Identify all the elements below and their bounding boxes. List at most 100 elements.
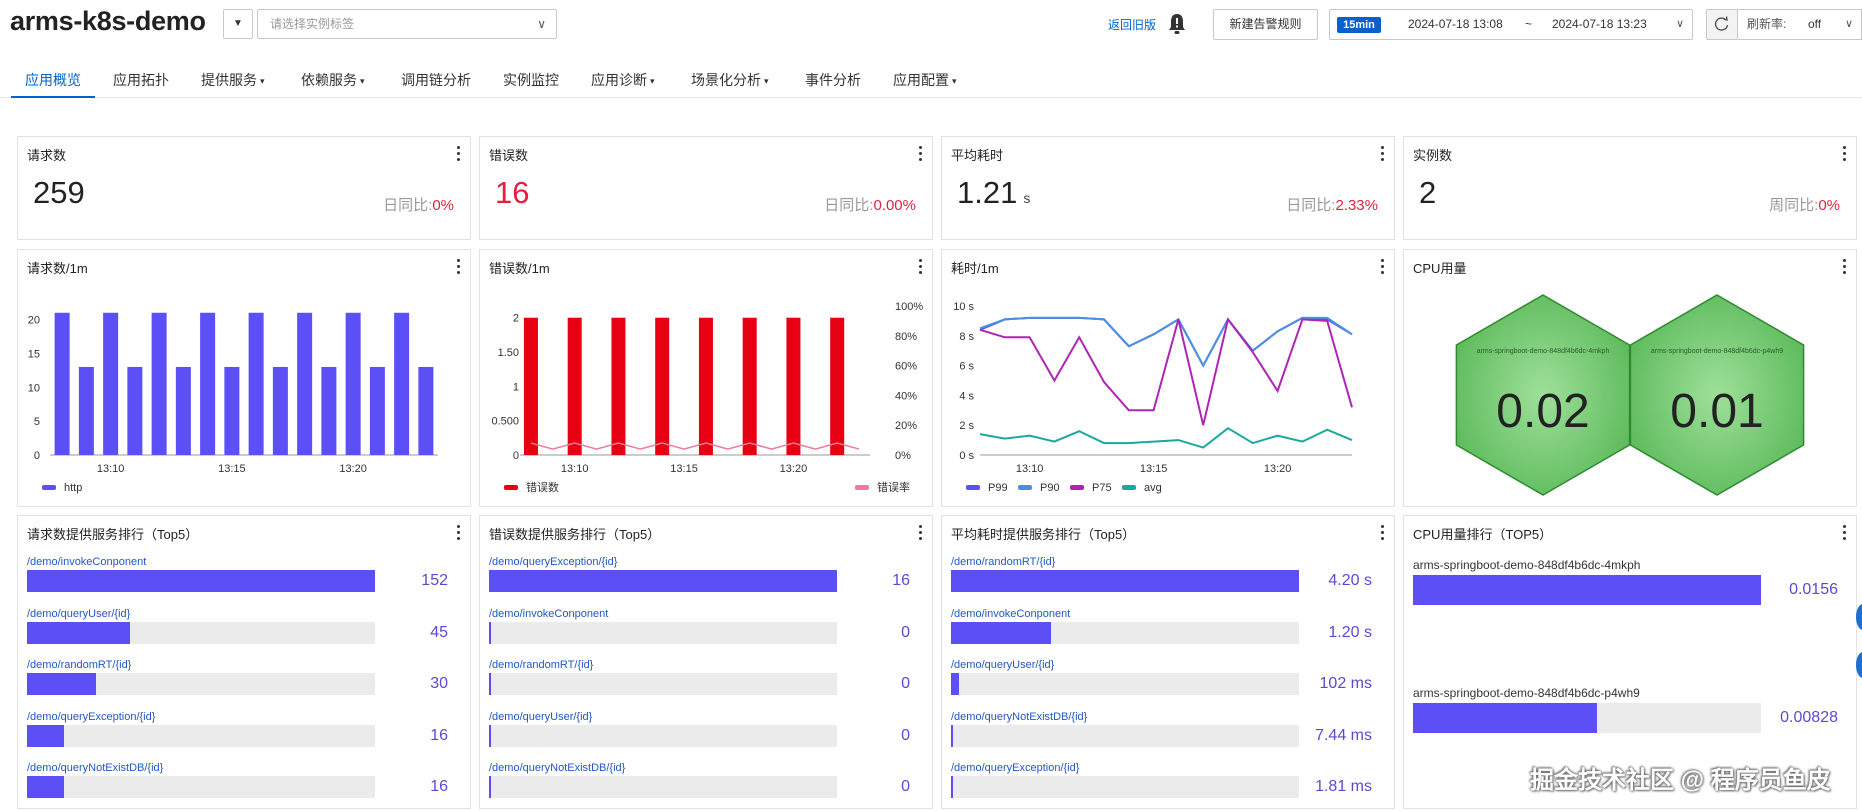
instance-tag-select[interactable]: 请选择实例标签 ∨ — [257, 9, 557, 39]
ranking-bar-fill — [951, 724, 953, 747]
bar[interactable] — [611, 317, 626, 455]
ranking-item-label[interactable]: /demo/queryNotExistDB/{id} — [27, 762, 163, 774]
ranking-item-label[interactable]: /demo/queryUser/{id} — [27, 608, 130, 620]
ranking-item-label[interactable]: /demo/queryException/{id} — [27, 711, 155, 723]
back-to-old-version-link[interactable]: 返回旧版 — [1108, 16, 1156, 33]
ranking-item-label[interactable]: /demo/queryException/{id} — [489, 556, 617, 568]
ranking-item-label[interactable]: /demo/randomRT/{id} — [951, 556, 1055, 568]
bar[interactable] — [786, 317, 801, 455]
bar[interactable] — [224, 366, 240, 455]
caret-down-icon: ▾ — [360, 76, 365, 86]
x-tick-label: 13:20 — [1264, 463, 1292, 475]
bar[interactable] — [418, 366, 434, 455]
bar[interactable] — [830, 317, 845, 455]
more-menu-icon[interactable] — [1381, 146, 1385, 161]
series-line-P75[interactable] — [979, 317, 1353, 426]
ranking-item-label[interactable]: /demo/queryUser/{id} — [489, 711, 592, 723]
time-range-badge: 15min — [1337, 17, 1381, 33]
bar[interactable] — [567, 317, 582, 455]
bar[interactable] — [345, 312, 361, 455]
ranking-item-label[interactable]: /demo/invokeConponent — [951, 608, 1070, 620]
tab-8[interactable]: 事件分析 — [805, 70, 861, 98]
ranking-value: 16 — [430, 778, 448, 795]
y2-tick-label: 40% — [895, 390, 917, 402]
more-menu-icon[interactable] — [457, 525, 461, 540]
tab-5[interactable]: 实例监控 — [503, 70, 559, 98]
tag-mode-dropdown[interactable]: ▼ — [223, 9, 253, 39]
tab-6[interactable]: 应用诊断 ▾ — [591, 70, 655, 98]
ranking-item-label[interactable]: /demo/randomRT/{id} — [489, 659, 593, 671]
instance-tag-placeholder: 请选择实例标签 — [270, 17, 355, 31]
ranking-value: 0 — [901, 623, 910, 641]
legend-label[interactable]: http — [64, 482, 82, 494]
kpi-comparison-value: 0% — [1818, 197, 1840, 214]
refresh-rate-select[interactable]: 刷新率: off ∨ — [1738, 9, 1862, 40]
bar[interactable] — [54, 312, 70, 455]
ranking-item-label[interactable]: /demo/queryNotExistDB/{id} — [489, 762, 625, 774]
bar[interactable] — [742, 317, 757, 455]
series-line-P99[interactable] — [979, 316, 1353, 368]
more-menu-icon[interactable] — [1843, 525, 1847, 540]
watermark: 掘金技术社区 @ 程序员鱼皮 — [1530, 767, 1831, 794]
bar[interactable] — [698, 317, 713, 455]
tab-label: 应用诊断 — [591, 72, 647, 88]
bar[interactable] — [103, 312, 119, 455]
ranking-bar-track — [951, 621, 1299, 644]
bar[interactable] — [523, 317, 538, 455]
legend-label[interactable]: P99 — [988, 482, 1008, 494]
tab-2[interactable]: 提供服务 ▾ — [201, 70, 265, 98]
card-title: 实例数 — [1413, 148, 1453, 163]
tab-label: 调用链分析 — [401, 72, 471, 88]
more-menu-icon[interactable] — [919, 525, 923, 540]
more-menu-icon[interactable] — [457, 146, 461, 161]
legend-label[interactable]: avg — [1144, 482, 1162, 494]
tab-1[interactable]: 应用拓扑 — [113, 70, 169, 98]
legend-label[interactable]: P75 — [1092, 482, 1112, 494]
ranking-item-label[interactable]: /demo/queryNotExistDB/{id} — [951, 711, 1087, 723]
bell-alert-icon[interactable] — [1166, 12, 1188, 36]
legend-swatch — [1070, 485, 1084, 490]
legend-label[interactable]: 错误率 — [877, 480, 910, 494]
ranking-item-label[interactable]: /demo/queryException/{id} — [951, 762, 1079, 774]
ranking-item-label[interactable]: /demo/invokeConponent — [27, 556, 146, 568]
ranking-bar-fill — [951, 673, 959, 695]
tab-7[interactable]: 场景化分析 ▾ — [691, 70, 769, 98]
bar[interactable] — [369, 366, 385, 455]
series-line-avg[interactable] — [979, 426, 1353, 449]
time-range-picker[interactable]: 15min 2024-07-18 13:08 ~ 2024-07-18 13:2… — [1329, 9, 1693, 40]
tab-4[interactable]: 调用链分析 — [401, 70, 471, 98]
ranking-card: 平均耗时提供服务排行（Top5） /demo/randomRT/{id} 4.2… — [941, 515, 1395, 809]
legend-label[interactable]: 错误数 — [526, 480, 559, 494]
bar[interactable] — [394, 312, 410, 455]
series-line-P90[interactable] — [979, 316, 1353, 368]
time-end: 2024-07-18 13:23 — [1552, 17, 1647, 31]
ranking-item-label[interactable]: /demo/randomRT/{id} — [27, 659, 131, 671]
bar[interactable] — [127, 366, 143, 455]
refresh-button[interactable] — [1706, 9, 1738, 40]
bar[interactable] — [151, 312, 167, 455]
bar[interactable] — [175, 366, 191, 455]
bar[interactable] — [272, 366, 288, 455]
more-menu-icon[interactable] — [1843, 146, 1847, 161]
ranking-item-label[interactable]: /demo/queryUser/{id} — [951, 659, 1054, 671]
bar[interactable] — [297, 312, 313, 455]
legend-label[interactable]: P90 — [1040, 482, 1060, 494]
legend-swatch — [1122, 485, 1136, 490]
x-tick-label: 13:15 — [1140, 463, 1168, 475]
bar[interactable] — [248, 312, 264, 455]
ranking-item-label[interactable]: /demo/invokeConponent — [489, 608, 608, 620]
bar[interactable] — [321, 366, 337, 455]
bar[interactable] — [655, 317, 670, 455]
cpu-instance-value: 0.02 — [1496, 385, 1589, 438]
tab-0[interactable]: 应用概览 — [11, 70, 95, 98]
new-alert-rule-button[interactable]: 新建告警规则 — [1213, 9, 1318, 40]
more-menu-icon[interactable] — [919, 146, 923, 161]
bar[interactable] — [78, 366, 94, 455]
tab-9[interactable]: 应用配置 ▾ — [893, 70, 957, 98]
x-tick-label: 13:15 — [218, 463, 246, 475]
more-menu-icon[interactable] — [1381, 525, 1385, 540]
tab-3[interactable]: 依赖服务 ▾ — [301, 70, 365, 98]
bar[interactable] — [200, 312, 216, 455]
kpi-number: 16 — [495, 175, 530, 210]
card-title: 平均耗时 — [951, 148, 1004, 163]
